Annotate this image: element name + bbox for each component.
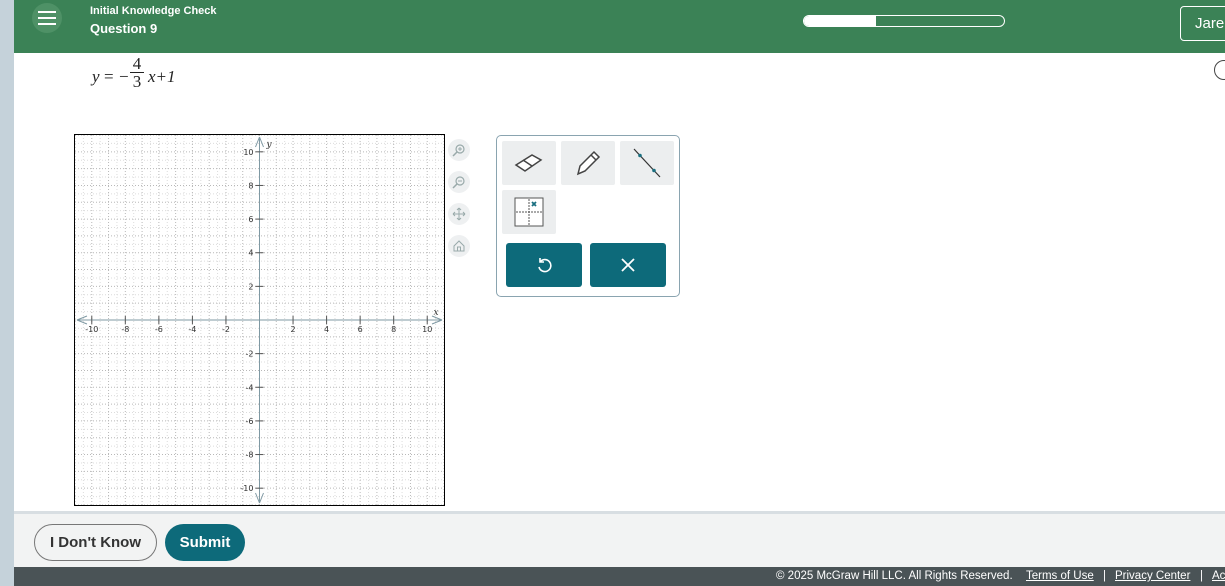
answer-action-bar: I Don't Know Submit	[14, 511, 1225, 567]
coordinate-graph[interactable]: -10 -8 -6 -4 -2 2 4 6 8 10 10 8 6 4 2 -2 -4 -6 -8 -10 x y	[74, 134, 445, 506]
top-header: Initial Knowledge Check Question 9 Jare	[14, 0, 1225, 53]
equation-fraction: 4 3	[130, 55, 144, 91]
assignment-title: Initial Knowledge Check	[90, 5, 217, 17]
eraser-tool[interactable]	[502, 141, 556, 185]
line-icon	[633, 148, 661, 178]
x-tick-label: 8	[391, 325, 396, 334]
home-icon[interactable]	[448, 235, 470, 257]
equation-equals: =	[104, 67, 114, 86]
y-tick-label: -8	[246, 451, 254, 460]
progress-bar	[803, 15, 1005, 27]
equation-rest: x+1	[148, 67, 176, 86]
x-tick-label: 6	[358, 325, 363, 334]
y-tick-label: 6	[248, 215, 253, 224]
y-tick-label: 4	[248, 249, 253, 258]
user-menu-button[interactable]: Jare	[1180, 6, 1225, 41]
footer-separator: |	[1200, 570, 1203, 582]
line-tool[interactable]	[620, 141, 674, 185]
page-footer: © 2025 McGraw Hill LLC. All Rights Reser…	[14, 567, 1225, 586]
submit-button[interactable]: Submit	[165, 524, 245, 561]
terms-link[interactable]: Terms of Use	[1026, 570, 1094, 582]
x-tick-label: -10	[85, 325, 98, 334]
menu-button[interactable]	[32, 3, 62, 33]
move-icon[interactable]	[448, 203, 470, 225]
fraction-numerator: 4	[132, 54, 142, 73]
y-tick-label: -6	[246, 417, 254, 426]
pencil-tool[interactable]	[561, 141, 615, 185]
undo-icon	[538, 258, 552, 273]
equation-minus: −	[119, 67, 129, 86]
graph-canvas[interactable]: -10 -8 -6 -4 -2 2 4 6 8 10 10 8 6 4 2 -2 -4 -6 -8 -10 x y	[74, 134, 445, 506]
dont-know-button[interactable]: I Don't Know	[34, 524, 157, 561]
y-tick-label: 8	[248, 181, 253, 190]
y-tick-label: 10	[243, 148, 253, 157]
progress-bar-fill	[804, 16, 876, 26]
x-tick-label: -2	[222, 325, 230, 334]
clear-button[interactable]	[590, 243, 666, 287]
fraction-denominator: 3	[130, 72, 144, 91]
left-edge-strip	[0, 0, 14, 586]
drawing-toolbox	[496, 135, 680, 297]
x-tick-label: -6	[155, 325, 163, 334]
privacy-link[interactable]: Privacy Center	[1115, 570, 1190, 582]
hamburger-menu-icon	[38, 11, 56, 25]
x-tick-label: -8	[121, 325, 129, 334]
y-tick-label: -4	[246, 383, 254, 392]
y-tick-label: -2	[246, 350, 254, 359]
y-tick-label: 2	[248, 282, 253, 291]
zoom-in-icon[interactable]	[448, 139, 470, 161]
point-grid-icon	[514, 197, 544, 227]
x-axis-label: x	[433, 308, 438, 318]
y-tick-label: -10	[240, 484, 253, 493]
graph-side-tools	[448, 139, 470, 267]
pencil-icon	[576, 150, 601, 176]
x-tick-label: 2	[290, 325, 295, 334]
undo-button[interactable]	[506, 243, 582, 287]
x-tick-label: 10	[422, 325, 432, 334]
eraser-icon	[514, 154, 543, 172]
footer-separator: |	[1103, 570, 1106, 582]
accessibility-link[interactable]: Ac	[1212, 570, 1225, 582]
x-tick-label: 4	[324, 325, 329, 334]
copyright-text: © 2025 McGraw Hill LLC. All Rights Reser…	[776, 570, 1013, 582]
question-number: Question 9	[90, 21, 158, 36]
y-axis-label: y	[266, 140, 273, 150]
point-tool[interactable]	[502, 190, 556, 234]
close-icon	[621, 258, 635, 272]
x-tick-label: -4	[188, 325, 196, 334]
zoom-out-icon[interactable]	[448, 171, 470, 193]
info-icon[interactable]	[1214, 60, 1225, 80]
equation-lhs: y	[92, 67, 100, 86]
